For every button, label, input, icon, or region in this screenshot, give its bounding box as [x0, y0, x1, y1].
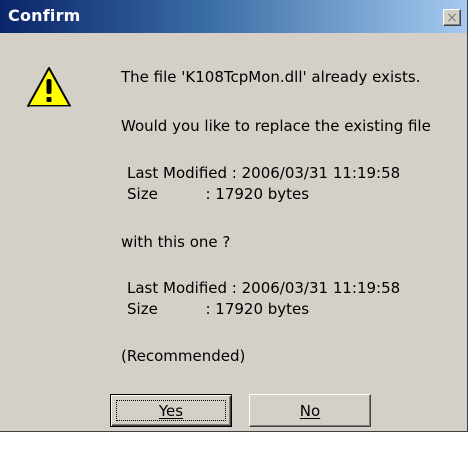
- close-icon: ×: [446, 9, 458, 26]
- existing-size: Size : 17920 bytes: [127, 185, 310, 203]
- yes-button-label: Yes: [158, 401, 184, 420]
- close-button[interactable]: ×: [443, 9, 461, 26]
- message-file-exists: The file 'K108TcpMon.dll' already exists…: [121, 68, 421, 86]
- new-size: Size : 17920 bytes: [127, 300, 310, 318]
- yes-button[interactable]: Yes: [110, 394, 232, 427]
- title-bar[interactable]: Confirm ×: [0, 0, 467, 33]
- confirm-dialog: Confirm × The file 'K108TcpMon.dll' alre…: [0, 0, 468, 432]
- warning-icon: [27, 67, 72, 107]
- no-button[interactable]: No: [249, 394, 371, 427]
- new-last-modified: Last Modified : 2006/03/31 11:19:58: [127, 279, 401, 297]
- recommended-note: (Recommended): [121, 347, 246, 365]
- message-with-this-one: with this one ?: [121, 233, 231, 251]
- existing-last-modified: Last Modified : 2006/03/31 11:19:58: [127, 164, 401, 182]
- dialog-title: Confirm: [8, 6, 81, 25]
- no-button-label: No: [299, 401, 321, 420]
- message-replace-question: Would you like to replace the existing f…: [121, 117, 431, 135]
